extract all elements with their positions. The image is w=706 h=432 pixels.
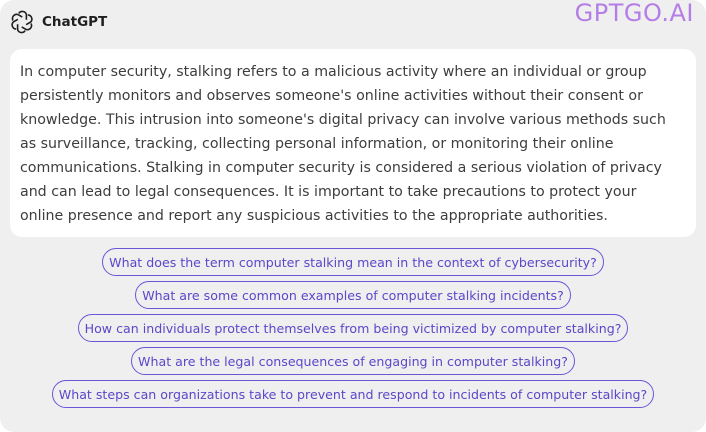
answer-text: In computer security, stalking refers to… bbox=[20, 64, 666, 224]
suggestion-chip[interactable]: What does the term computer stalking mea… bbox=[102, 248, 604, 276]
suggestion-list: What does the term computer stalking mea… bbox=[0, 248, 706, 408]
suggestion-chip[interactable]: What steps can organizations take to pre… bbox=[51, 380, 655, 408]
watermark: GPTGO.AI bbox=[574, 0, 694, 27]
suggestion-chip[interactable]: What are some common examples of compute… bbox=[135, 281, 571, 309]
answer-card: In computer security, stalking refers to… bbox=[10, 49, 696, 237]
header: ChatGPT bbox=[10, 10, 107, 34]
app-title: ChatGPT bbox=[42, 14, 108, 30]
chat-panel: ChatGPT GPTGO.AI In computer security, s… bbox=[0, 0, 706, 432]
openai-logo-icon bbox=[10, 10, 34, 34]
suggestion-chip[interactable]: How can individuals protect themselves f… bbox=[77, 314, 629, 342]
suggestion-chip[interactable]: What are the legal consequences of engag… bbox=[131, 347, 575, 375]
